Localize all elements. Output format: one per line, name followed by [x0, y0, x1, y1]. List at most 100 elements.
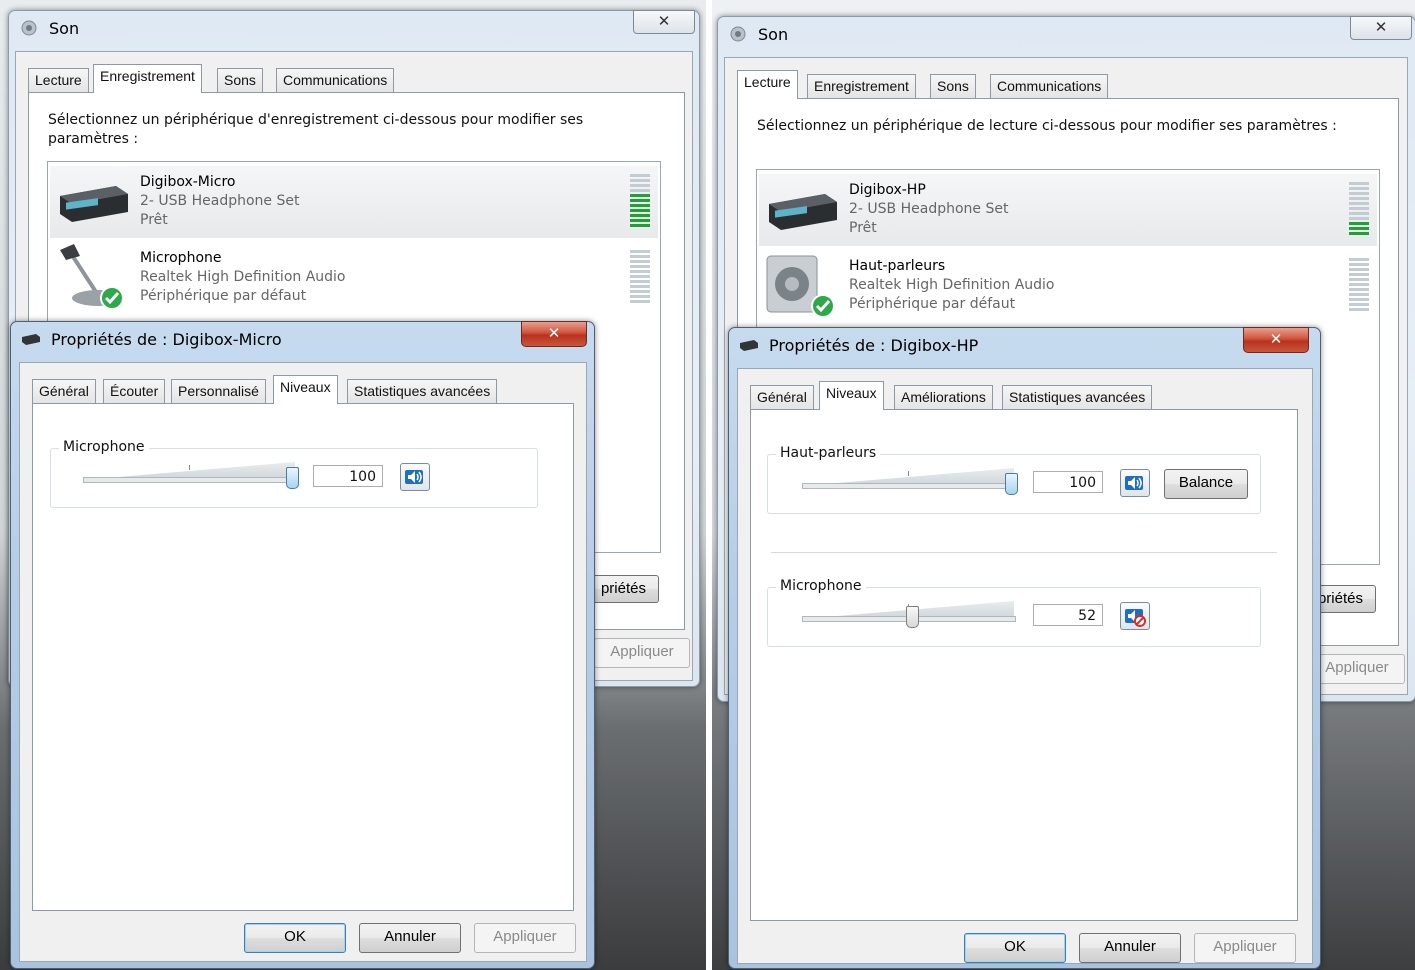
- apply-button[interactable]: Appliquer: [1309, 654, 1405, 684]
- device-status: Périphérique par défaut: [849, 296, 1016, 312]
- meter-bar: [630, 270, 650, 273]
- balance-button[interactable]: Balance: [1164, 469, 1248, 499]
- tab-communications[interactable]: Communications: [990, 74, 1109, 98]
- ok-button[interactable]: OK: [244, 923, 346, 953]
- close-button[interactable]: ✕: [1350, 16, 1412, 40]
- dialog-title: Propriétés de : Digibox-HP: [769, 336, 979, 355]
- mute-toggle[interactable]: [1120, 469, 1150, 497]
- volume-slider[interactable]: [802, 596, 1016, 628]
- meter-bar: [1349, 263, 1369, 266]
- tab-strip: Général Niveaux Améliorations Statistiqu…: [748, 381, 1288, 410]
- meter-bar: [1349, 222, 1369, 225]
- volume-value[interactable]: 100: [313, 465, 383, 487]
- slider-thumb[interactable]: [906, 606, 919, 628]
- apply-button[interactable]: Appliquer: [594, 638, 690, 668]
- volume-value[interactable]: 52: [1033, 604, 1103, 626]
- meter-bar: [630, 224, 650, 227]
- group-label: Haut-parleurs: [776, 445, 881, 461]
- cancel-button[interactable]: Annuler: [359, 923, 461, 953]
- meter-bar: [630, 300, 650, 303]
- slider-thumb[interactable]: [1005, 473, 1018, 495]
- device-item[interactable]: Digibox-HP 2- USB Headphone Set Prêt: [759, 174, 1377, 246]
- tab-ameliorations[interactable]: Améliorations: [894, 385, 993, 409]
- meter-bar: [630, 179, 650, 182]
- close-button[interactable]: ✕: [1243, 327, 1309, 353]
- meter-bar: [1349, 207, 1369, 210]
- meter-bar: [1349, 268, 1369, 271]
- device-status: Périphérique par défaut: [140, 288, 307, 304]
- tab-general[interactable]: Général: [32, 379, 96, 403]
- volume-slider[interactable]: [802, 463, 1018, 495]
- usb-device-icon: [60, 186, 128, 222]
- device-name: Digibox-HP: [849, 182, 926, 198]
- instruction-text: Sélectionnez un périphérique d'enregistr…: [48, 112, 584, 147]
- device-item[interactable]: Microphone Realtek High Definition Audio…: [50, 242, 658, 314]
- level-meter: [630, 174, 650, 232]
- meter-bar: [630, 219, 650, 222]
- tab-lecture[interactable]: Lecture: [28, 68, 89, 92]
- meter-bar: [630, 214, 650, 217]
- meter-bar: [1349, 288, 1369, 291]
- group-label: Microphone: [776, 578, 866, 594]
- close-button[interactable]: ✕: [521, 321, 587, 347]
- tab-general[interactable]: Général: [750, 385, 814, 409]
- levels-panel: Haut-parleurs 100 Balance Microphone 52: [750, 409, 1298, 921]
- speaker-icon: [21, 20, 37, 36]
- tab-enregistrement[interactable]: Enregistrement: [93, 64, 202, 93]
- close-button[interactable]: ✕: [633, 10, 695, 34]
- device-item[interactable]: Haut-parleurs Realtek High Definition Au…: [759, 250, 1377, 322]
- meter-bar: [1349, 192, 1369, 195]
- tab-personnalise[interactable]: Personnalisé: [171, 379, 266, 403]
- meter-bar: [1349, 258, 1369, 261]
- meter-bar: [630, 174, 650, 177]
- meter-bar: [630, 209, 650, 212]
- ok-button[interactable]: OK: [964, 933, 1066, 963]
- meter-bar: [1349, 227, 1369, 230]
- slider-thumb[interactable]: [286, 467, 299, 489]
- device-driver: 2- USB Headphone Set: [140, 193, 300, 209]
- meter-bar: [1349, 197, 1369, 200]
- tab-ecouter[interactable]: Écouter: [103, 379, 166, 403]
- tab-sons[interactable]: Sons: [930, 74, 976, 98]
- tab-communications[interactable]: Communications: [276, 68, 395, 92]
- device-item[interactable]: Digibox-Micro 2- USB Headphone Set Prêt: [50, 166, 658, 238]
- tab-niveaux[interactable]: Niveaux: [273, 375, 338, 404]
- level-meter: [1349, 182, 1369, 240]
- tab-enregistrement[interactable]: Enregistrement: [807, 74, 916, 98]
- tab-statistiques-avancees[interactable]: Statistiques avancées: [1002, 385, 1153, 409]
- cancel-button[interactable]: Annuler: [1079, 933, 1181, 963]
- tab-niveaux[interactable]: Niveaux: [819, 381, 884, 410]
- meter-bar: [1349, 182, 1369, 185]
- tab-strip: Lecture Enregistrement Sons Communicatio…: [24, 64, 624, 93]
- apply-button[interactable]: Appliquer: [474, 923, 576, 953]
- meter-bar: [630, 184, 650, 187]
- meter-bar: [630, 255, 650, 258]
- level-group: Microphone 52: [767, 578, 1261, 647]
- meter-bar: [1349, 303, 1369, 306]
- mute-toggle[interactable]: [400, 463, 430, 491]
- tab-statistiques-avancees[interactable]: Statistiques avancées: [347, 379, 498, 403]
- volume-slider[interactable]: [83, 457, 299, 489]
- device-status: Prêt: [140, 212, 168, 228]
- meter-bar: [1349, 278, 1369, 281]
- titlebar: Propriétés de : Digibox-Micro ✕: [11, 321, 594, 356]
- tab-sons[interactable]: Sons: [217, 68, 263, 92]
- tab-lecture[interactable]: Lecture: [737, 70, 798, 99]
- meter-bar: [1349, 273, 1369, 276]
- meter-bar: [630, 260, 650, 263]
- titlebar: Son ✕: [9, 10, 699, 45]
- meter-bar: [1349, 202, 1369, 205]
- meter-bar: [630, 290, 650, 293]
- meter-bar: [1349, 298, 1369, 301]
- instruction-text: Sélectionnez un périphérique de lecture …: [757, 118, 1337, 134]
- mute-toggle[interactable]: [1120, 602, 1150, 630]
- meter-bar: [630, 275, 650, 278]
- meter-bar: [630, 199, 650, 202]
- meter-bar: [1349, 232, 1369, 235]
- meter-bar: [630, 250, 650, 253]
- apply-button[interactable]: Appliquer: [1194, 933, 1296, 963]
- meter-bar: [630, 265, 650, 268]
- titlebar: Son ✕: [718, 16, 1415, 51]
- meter-bar: [1349, 217, 1369, 220]
- volume-value[interactable]: 100: [1033, 471, 1103, 493]
